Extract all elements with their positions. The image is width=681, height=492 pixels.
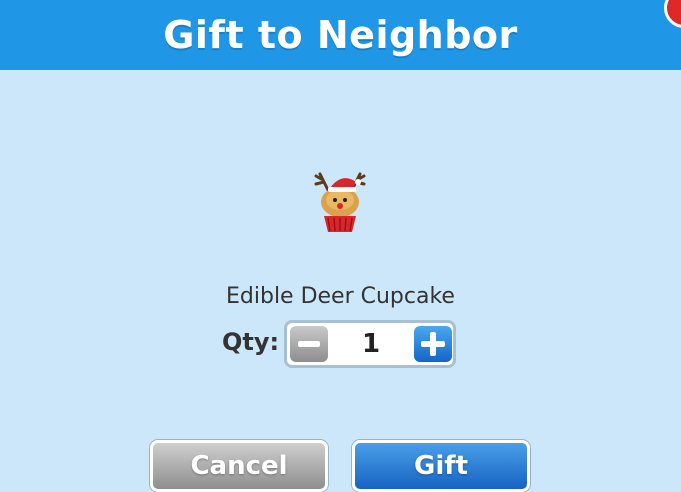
item-name: Edible Deer Cupcake	[226, 284, 455, 309]
gift-button[interactable]: Gift	[352, 440, 530, 492]
quantity-value[interactable]: 1	[328, 323, 414, 365]
dialog-title: Gift to Neighbor	[163, 13, 518, 57]
dialog-header: Gift to Neighbor	[0, 0, 681, 70]
quantity-stepper: 1	[284, 320, 456, 368]
quantity-label: Qty:	[222, 328, 280, 356]
minus-icon	[298, 341, 320, 347]
cancel-button[interactable]: Cancel	[150, 440, 328, 492]
deer-cupcake-icon	[314, 172, 366, 232]
decrement-button[interactable]	[290, 326, 328, 362]
increment-button[interactable]	[414, 326, 452, 362]
